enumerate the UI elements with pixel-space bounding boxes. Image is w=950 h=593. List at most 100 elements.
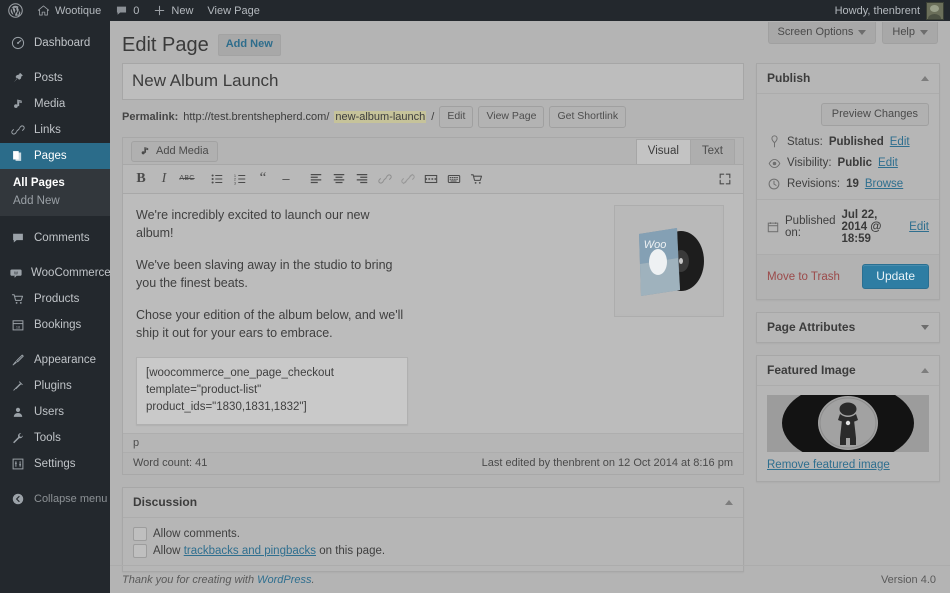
footer-thanks-suffix: . xyxy=(311,573,315,586)
view-page-button[interactable]: View Page xyxy=(478,106,545,128)
visibility-value: Public xyxy=(837,157,873,169)
revisions-value: 19 xyxy=(846,178,859,190)
get-shortlink-button[interactable]: Get Shortlink xyxy=(549,106,627,128)
browse-revisions-link[interactable]: Browse xyxy=(865,178,903,190)
inline-album-image[interactable]: Woo xyxy=(614,204,724,317)
tab-text[interactable]: Text xyxy=(689,138,735,164)
sidebar-item-bookings[interactable]: 18 Bookings xyxy=(0,312,110,338)
blockquote-icon[interactable]: “ xyxy=(252,168,274,190)
italic-icon[interactable]: I xyxy=(153,168,175,190)
unlink-icon[interactable] xyxy=(397,168,419,190)
publish-metabox: Publish Preview Changes Status: Publishe… xyxy=(756,63,940,300)
pin-icon xyxy=(9,71,26,85)
shortcode-block[interactable]: [woocommerce_one_page_checkout template=… xyxy=(136,356,408,426)
woocommerce-icon: W xyxy=(9,266,23,280)
comments-bubble[interactable]: 0 xyxy=(108,0,146,21)
bulleted-list-icon[interactable] xyxy=(206,168,228,190)
page-attributes-title: Page Attributes xyxy=(767,320,856,334)
avatar[interactable] xyxy=(926,1,944,20)
featured-image-thumbnail[interactable] xyxy=(767,395,929,452)
sidebar-item-users[interactable]: Users xyxy=(0,399,110,425)
woocommerce-shortcode-cart-icon[interactable] xyxy=(466,168,488,190)
align-center-icon[interactable] xyxy=(328,168,350,190)
publish-metabox-header[interactable]: Publish xyxy=(757,64,939,94)
align-right-icon[interactable] xyxy=(351,168,373,190)
featured-image-metabox-header[interactable]: Featured Image xyxy=(757,356,939,386)
editor-content-area[interactable]: We're incredibly excited to launch our n… xyxy=(123,193,743,434)
sidebar-item-posts[interactable]: Posts xyxy=(0,65,110,91)
remove-featured-image-link[interactable]: Remove featured image xyxy=(767,459,890,471)
sidebar-item-tools[interactable]: Tools xyxy=(0,425,110,451)
bold-icon[interactable]: B xyxy=(130,168,152,190)
chevron-up-icon[interactable] xyxy=(921,75,929,81)
chevron-down-icon xyxy=(858,29,867,35)
read-more-icon[interactable] xyxy=(420,168,442,190)
strikethrough-icon[interactable]: ABC xyxy=(176,168,198,190)
distraction-free-icon[interactable] xyxy=(714,168,736,190)
wp-logo-menu[interactable] xyxy=(0,0,30,21)
collapse-menu-label: Collapse menu xyxy=(34,493,108,505)
preview-changes-button[interactable]: Preview Changes xyxy=(820,103,929,126)
calendar-icon: 18 xyxy=(9,318,26,332)
settings-icon xyxy=(9,457,26,471)
screen-options-button[interactable]: Screen Options xyxy=(767,22,877,44)
sidebar-item-media[interactable]: Media xyxy=(0,91,110,117)
chevron-up-icon[interactable] xyxy=(921,367,929,373)
allow-trackbacks-checkbox[interactable] xyxy=(133,544,147,559)
svg-text:Woo: Woo xyxy=(644,239,667,251)
sidebar-label: Products xyxy=(34,293,80,305)
sidebar-item-settings[interactable]: Settings xyxy=(0,451,110,477)
chevron-down-icon[interactable] xyxy=(921,324,929,330)
wordpress-link[interactable]: WordPress xyxy=(257,574,311,586)
post-title-input[interactable] xyxy=(122,63,744,101)
numbered-list-icon[interactable]: 123 xyxy=(229,168,251,190)
move-to-trash-link[interactable]: Move to Trash xyxy=(767,271,840,283)
new-content-menu[interactable]: New xyxy=(146,0,200,21)
insert-link-icon[interactable] xyxy=(374,168,396,190)
edit-published-date-link[interactable]: Edit xyxy=(909,221,929,233)
page-title: Edit Page xyxy=(122,34,209,56)
add-media-button[interactable]: Add Media xyxy=(131,140,218,162)
view-page-link[interactable]: View Page xyxy=(200,0,266,21)
discussion-metabox-header[interactable]: Discussion xyxy=(123,488,743,519)
allow-comments-checkbox[interactable] xyxy=(133,527,147,542)
collapse-menu-button[interactable]: Collapse menu xyxy=(0,486,110,512)
chevron-up-icon[interactable] xyxy=(725,499,733,505)
edit-visibility-link[interactable]: Edit xyxy=(878,157,898,169)
sidebar-item-appearance[interactable]: Appearance xyxy=(0,347,110,373)
sidebar-item-pages[interactable]: Pages xyxy=(0,143,110,169)
trackbacks-link[interactable]: trackbacks and pingbacks xyxy=(184,545,316,557)
publish-divider xyxy=(757,199,939,200)
featured-image-metabox: Featured Image Remove featured image xyxy=(756,355,940,482)
help-label: Help xyxy=(892,26,915,38)
howdy-label[interactable]: Howdy, thenbrent xyxy=(835,5,920,17)
page-attributes-metabox-header[interactable]: Page Attributes xyxy=(757,313,939,342)
discussion-title: Discussion xyxy=(133,495,198,510)
sidebar-item-dashboard[interactable]: Dashboard xyxy=(0,30,110,56)
help-button[interactable]: Help xyxy=(882,22,938,44)
site-name-menu[interactable]: Wootique xyxy=(30,0,108,21)
edit-status-link[interactable]: Edit xyxy=(890,136,910,148)
align-left-icon[interactable] xyxy=(305,168,327,190)
tab-visual[interactable]: Visual xyxy=(635,138,691,164)
sidebar-item-products[interactable]: Products xyxy=(0,286,110,312)
submenu-item-add-new[interactable]: Add New xyxy=(0,192,110,210)
sidebar-item-links[interactable]: Links xyxy=(0,117,110,143)
sidebar-item-plugins[interactable]: Plugins xyxy=(0,373,110,399)
submenu-item-all-pages[interactable]: All Pages xyxy=(0,174,110,192)
kitchen-sink-icon[interactable] xyxy=(443,168,465,190)
svg-text:3: 3 xyxy=(234,180,237,185)
page-icon xyxy=(9,149,26,163)
content-paragraph: Chose your edition of the album below, a… xyxy=(136,308,404,341)
sidebar-item-woocommerce[interactable]: W WooCommerce xyxy=(0,260,111,286)
link-icon xyxy=(9,123,26,137)
edit-permalink-button[interactable]: Edit xyxy=(439,106,474,128)
update-button[interactable]: Update xyxy=(862,264,929,289)
sidebar-label: Bookings xyxy=(34,319,82,331)
sidebar-item-comments[interactable]: Comments xyxy=(0,225,110,251)
horizontal-rule-icon[interactable]: – xyxy=(275,168,297,190)
add-new-page-button[interactable]: Add New xyxy=(217,33,281,57)
permalink-slug[interactable]: new-album-launch xyxy=(334,110,427,123)
dashboard-icon xyxy=(9,36,26,50)
discussion-metabox: Discussion Allow comments. Allow trackba… xyxy=(122,487,744,573)
